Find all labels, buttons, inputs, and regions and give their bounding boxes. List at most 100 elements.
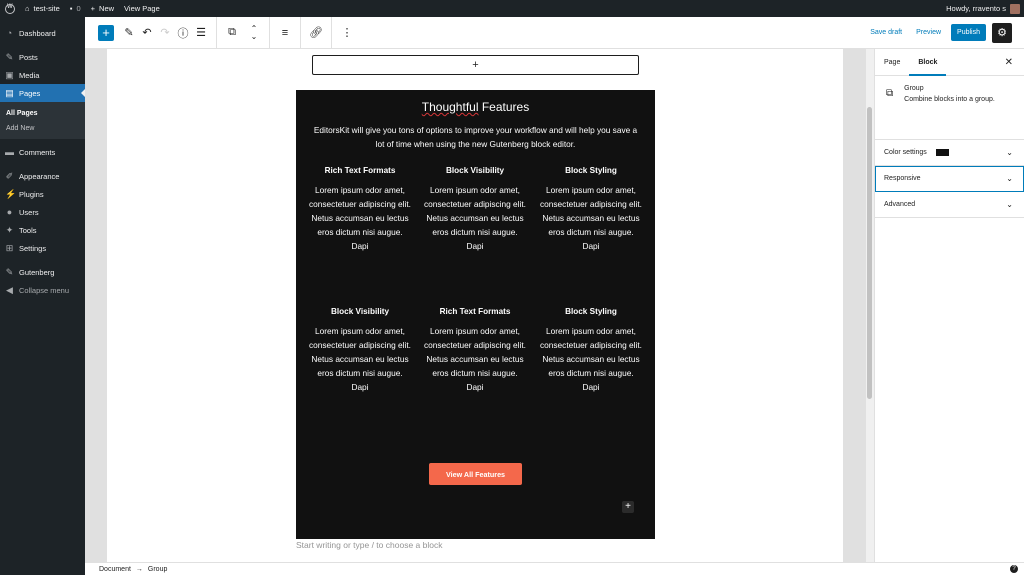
view-page-link[interactable]: View Page xyxy=(119,0,165,17)
admin-sidebar: ◔ Dashboard ✎ Posts ▣ Media ▤ Pages All Page… xyxy=(0,17,85,575)
comment-icon: ▪ xyxy=(69,4,73,13)
breadcrumb-document[interactable]: Document xyxy=(99,566,131,573)
sidebar-item-label: Settings xyxy=(19,243,47,253)
group-heading[interactable]: Thoughtful Features xyxy=(296,100,655,114)
sidebar-item-dashboard[interactable]: ◔ Dashboard xyxy=(0,24,85,42)
edit-mode-button[interactable]: ✎ xyxy=(120,24,138,42)
block-description: Combine blocks into a group. xyxy=(904,96,995,103)
intro-paragraph[interactable]: EditorsKit will give you tons of options… xyxy=(310,123,641,151)
responsive-panel[interactable]: Responsive ⌄ xyxy=(875,166,1024,192)
howdy-label: Howdy, rravento s xyxy=(946,4,1006,13)
align-icon: ≡ xyxy=(281,26,289,39)
block-appender-button[interactable]: + xyxy=(312,55,639,75)
feature-heading: Block Visibility xyxy=(330,307,390,316)
wordpress-logo[interactable] xyxy=(0,0,20,17)
move-buttons[interactable]: ⌃ ⌄ xyxy=(245,24,263,42)
chevron-down-icon: ⌄ xyxy=(1006,174,1013,183)
close-icon: ✕ xyxy=(1004,57,1013,68)
undo-button[interactable]: ↶ xyxy=(138,24,156,42)
feature-body: Lorem ipsum odor amet, consectetuer adip… xyxy=(309,185,411,251)
inner-block-appender[interactable]: + xyxy=(622,501,634,513)
sidebar-item-appearance[interactable]: ✐ Appearance xyxy=(0,167,85,185)
comments-link[interactable]: ▪ 0 xyxy=(65,0,86,17)
block-card: ⧉ Group Combine blocks into a group. xyxy=(875,76,1024,140)
help-icon[interactable]: ? xyxy=(1010,565,1018,573)
sidebar-item-plugins[interactable]: ⚡ Plugins xyxy=(0,185,85,203)
pages-submenu: All Pages Add New xyxy=(0,102,85,139)
feature-column[interactable]: Block Visibility Lorem ipsum odor amet, c… xyxy=(423,166,527,253)
dashboard-icon: ◔ xyxy=(6,27,13,38)
editor-toolbar: + ✎ ↶ ↷ ⓘ ☰ ⧉ ⌃ ⌄ ≡ 🔗︎ ⋮ Save draft Previ… xyxy=(85,16,1024,49)
default-block-placeholder[interactable]: Start writing or type / to choose a bloc… xyxy=(296,540,442,550)
pages-icon: ▤ xyxy=(5,87,14,98)
sidebar-item-label: Media xyxy=(19,70,40,80)
sidebar-item-comments[interactable]: ▬ Comments xyxy=(0,143,85,161)
new-label: New xyxy=(99,4,115,13)
settings-toggle-button[interactable]: ⚙ xyxy=(992,22,1012,43)
feature-column[interactable]: Rich Text Formats Lorem ipsum odor amet, … xyxy=(423,307,527,394)
sidebar-item-label: Gutenberg xyxy=(19,267,55,277)
collapse-menu-button[interactable]: ◀ Collapse menu xyxy=(0,281,85,299)
preview-button[interactable]: Preview xyxy=(912,29,945,36)
view-all-features-button[interactable]: View All Features xyxy=(429,463,522,485)
settings-icon: ⊞ xyxy=(5,242,14,253)
canvas-scrollbar-thumb[interactable] xyxy=(867,107,872,399)
sidebar-item-posts[interactable]: ✎ Posts xyxy=(0,48,85,66)
submenu-all-pages[interactable]: All Pages xyxy=(0,106,85,121)
breadcrumb-group[interactable]: Group xyxy=(148,566,167,573)
gear-icon: ⚙ xyxy=(997,27,1007,39)
users-icon: ● xyxy=(6,206,13,217)
collapse-icon: ◀ xyxy=(6,284,13,295)
link-button[interactable]: 🔗︎ xyxy=(307,24,325,42)
feature-heading: Rich Text Formats xyxy=(439,307,511,316)
brush-icon: ✐ xyxy=(5,170,14,181)
tab-page[interactable]: Page xyxy=(875,49,909,76)
feature-heading: Rich Text Formats xyxy=(324,166,396,175)
sidebar-item-label: Users xyxy=(19,207,39,217)
feature-column[interactable]: Block Styling Lorem ipsum odor amet, cons… xyxy=(539,307,643,394)
color-settings-panel[interactable]: Color settings ⌄ xyxy=(875,140,1024,166)
panel-title: Color settings xyxy=(884,149,927,156)
chevron-down-icon: ⌄ xyxy=(250,31,258,41)
sidebar-item-pages[interactable]: ▤ Pages xyxy=(0,84,85,102)
pencil-icon: ✎ xyxy=(124,27,134,39)
block-type-button[interactable]: ⧉ xyxy=(223,24,241,42)
chevron-down-icon: ⌄ xyxy=(1006,148,1013,157)
tab-block[interactable]: Block xyxy=(909,49,947,76)
submenu-add-new[interactable]: Add New xyxy=(0,121,85,136)
feature-column[interactable]: Block Styling Lorem ipsum odor amet, cons… xyxy=(539,166,643,253)
group-block-icon: ⧉ xyxy=(886,88,894,99)
align-button[interactable]: ≡ xyxy=(276,24,294,42)
feature-column[interactable]: Rich Text Formats Lorem ipsum odor amet, … xyxy=(308,166,412,253)
site-name-link[interactable]: ⌂ test-site xyxy=(20,0,65,17)
sidebar-item-tools[interactable]: ✦ Tools xyxy=(0,221,85,239)
plus-icon: + xyxy=(625,501,631,512)
list-view-button[interactable]: ☰ xyxy=(192,24,210,42)
account-menu[interactable]: Howdy, rravento s xyxy=(941,0,1024,17)
add-block-button[interactable]: + xyxy=(98,24,114,41)
more-options-button[interactable]: ⋮ xyxy=(338,24,356,42)
comments-count: 0 xyxy=(76,4,81,13)
sidebar-item-users[interactable]: ● Users xyxy=(0,203,85,221)
publish-button[interactable]: Publish xyxy=(951,24,986,41)
sidebar-item-media[interactable]: ▣ Media xyxy=(0,66,85,84)
sidebar-item-gutenberg[interactable]: ✎ Gutenberg xyxy=(0,263,85,281)
media-icon: ▣ xyxy=(5,69,14,80)
save-draft-button[interactable]: Save draft xyxy=(866,29,906,36)
avatar xyxy=(1010,3,1020,14)
settings-sidebar: Page Block ✕ ⧉ Group Combine blocks into… xyxy=(874,49,1024,562)
close-settings-button[interactable]: ✕ xyxy=(1005,57,1013,68)
new-link[interactable]: + New xyxy=(86,0,119,17)
details-button[interactable]: ⓘ xyxy=(174,24,192,42)
feature-column[interactable]: Block Visibility Lorem ipsum odor amet, c… xyxy=(308,307,412,394)
arrow-right-icon: → xyxy=(135,565,143,573)
advanced-panel[interactable]: Advanced ⌄ xyxy=(875,192,1024,218)
sidebar-item-settings[interactable]: ⊞ Settings xyxy=(0,239,85,257)
feature-body: Lorem ipsum odor amet, consectetuer adip… xyxy=(424,185,526,251)
group-block[interactable]: Thoughtful Features EditorsKit will give… xyxy=(296,90,655,539)
feature-body: Lorem ipsum odor amet, consectetuer adip… xyxy=(424,326,526,392)
feature-heading: Block Visibility xyxy=(445,166,505,175)
feature-heading: Block Styling xyxy=(565,166,617,175)
feature-heading: Block Styling xyxy=(565,307,617,316)
redo-button[interactable]: ↷ xyxy=(156,24,174,42)
